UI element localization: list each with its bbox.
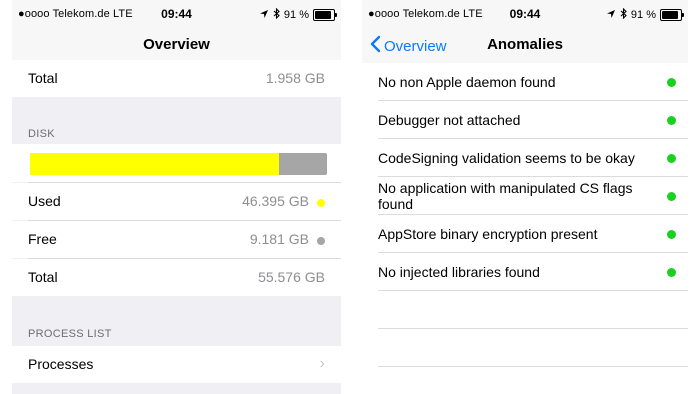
processes-label: Processes	[28, 356, 94, 372]
anomaly-row: AppStore binary encryption present	[362, 215, 688, 253]
status-ok-indicator	[667, 230, 676, 239]
memory-total-row: Total 1.958 GB	[12, 60, 341, 97]
row-value: 55.576 GB	[258, 269, 325, 285]
status-ok-indicator	[667, 192, 676, 201]
divider	[378, 328, 688, 329]
status-bar: ●oooo Telekom.de LTE 09:44 91 %	[12, 0, 341, 28]
anomaly-text: AppStore binary encryption present	[378, 226, 598, 242]
status-ok-indicator	[667, 268, 676, 277]
anomaly-text: No injected libraries found	[378, 264, 540, 280]
status-ok-indicator	[667, 154, 676, 163]
battery-percent: 91 %	[283, 9, 309, 21]
anomaly-text: No non Apple daemon found	[378, 74, 556, 90]
anomalies-screen: ●oooo Telekom.de LTE 09:44 91 % Overview…	[362, 0, 688, 394]
row-value: 46.395 GB	[242, 193, 309, 209]
bluetooth-icon	[273, 7, 280, 22]
disk-usage-cell	[12, 144, 341, 182]
row-value: 1.958 GB	[265, 70, 325, 86]
status-right: 91 %	[259, 7, 337, 22]
row-value: 9.181 GB	[249, 231, 309, 247]
row-label: Total	[28, 269, 58, 285]
disk-used-row: Used 46.395 GB	[12, 183, 341, 220]
disk-free-row: Free 9.181 GB	[12, 221, 341, 258]
anomaly-row: Debugger not attached	[362, 101, 688, 139]
anomaly-text: Debugger not attached	[378, 112, 521, 128]
processes-row[interactable]: Processes ›	[12, 346, 341, 383]
disk-usage-bar	[30, 153, 327, 175]
used-legend-dot	[317, 199, 325, 207]
anomaly-text: CodeSigning validation seems to be okay	[378, 150, 635, 166]
battery-icon	[313, 9, 337, 21]
divider	[378, 366, 688, 367]
status-ok-indicator	[667, 116, 676, 125]
location-icon	[606, 9, 616, 22]
page-title: Overview	[143, 36, 210, 53]
anomaly-row: No injected libraries found	[362, 253, 688, 291]
anomaly-row: No application with manipulated CS flags…	[362, 177, 688, 215]
status-right: 91 %	[606, 7, 684, 22]
anomaly-text: No application with manipulated CS flags…	[378, 180, 633, 212]
page-title: Anomalies	[487, 36, 563, 53]
disk-total-row: Total 55.576 GB	[12, 259, 341, 296]
row-label: Free	[28, 231, 57, 247]
chevron-right-icon: ›	[319, 355, 325, 372]
anomaly-row: CodeSigning validation seems to be okay	[362, 139, 688, 177]
battery-icon	[660, 9, 684, 21]
disk-section-header: DISK	[28, 128, 55, 140]
location-icon	[259, 9, 269, 22]
disk-used-fill	[30, 153, 280, 175]
process-section-header: PROCESS LIST	[28, 328, 112, 340]
divider	[378, 290, 688, 291]
row-label: Total	[28, 70, 58, 86]
battery-percent: 91 %	[630, 9, 656, 21]
row-label: Used	[28, 193, 61, 209]
free-legend-dot	[317, 237, 325, 245]
overview-screen: ●oooo Telekom.de LTE 09:44 91 % Overview…	[12, 0, 341, 394]
anomaly-row: No non Apple daemon found	[362, 63, 688, 101]
nav-bar: Overview Anomalies	[362, 28, 688, 65]
status-bar: ●oooo Telekom.de LTE 09:44 91 %	[362, 0, 688, 28]
bluetooth-icon	[620, 7, 627, 22]
status-ok-indicator	[667, 78, 676, 87]
